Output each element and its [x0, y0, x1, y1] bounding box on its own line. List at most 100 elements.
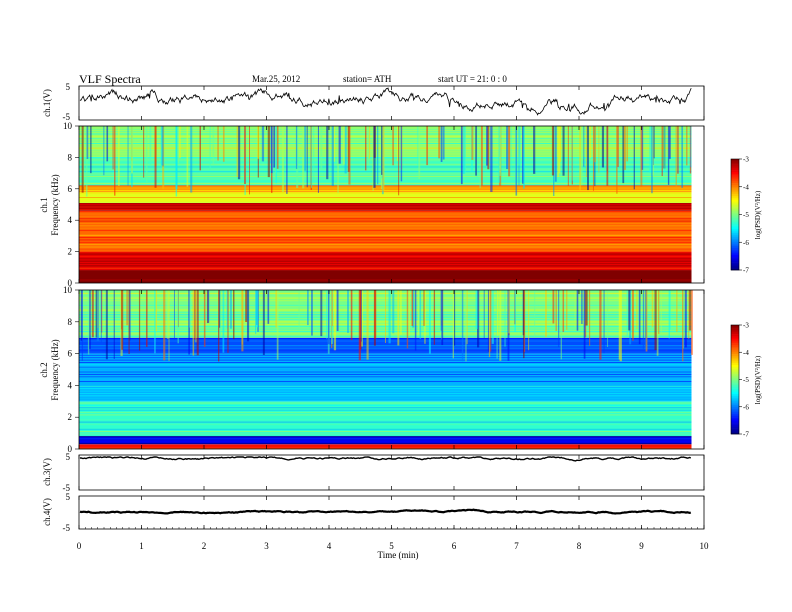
colorbar-cell — [731, 260, 739, 263]
colorbar-cell — [731, 414, 739, 417]
spectrogram-streak — [336, 290, 339, 332]
spectrogram-streak — [506, 126, 509, 170]
spectrogram-line — [79, 421, 692, 423]
spectrogram-streak — [594, 126, 596, 163]
spectrogram-streak — [442, 126, 445, 160]
colorbar-cell — [731, 346, 739, 349]
spectrogram-streak — [583, 290, 586, 359]
spectrogram-streak — [559, 126, 562, 162]
spectrogram-streak — [486, 126, 488, 166]
spectrogram-streak — [632, 290, 634, 341]
colorbar-cell — [731, 179, 739, 182]
spectrogram-streak — [262, 290, 265, 356]
spectrogram-streak — [463, 126, 465, 175]
spectrogram-streak — [616, 126, 618, 194]
spectrogram-streak — [367, 126, 370, 166]
spectrogram-band-2 — [79, 210, 692, 252]
spectrogram-streak — [100, 290, 102, 343]
colorbar-cell — [731, 225, 739, 228]
colorbar-cell — [731, 262, 739, 265]
spectrogram-streak — [483, 290, 485, 338]
date-label: Mar.25, 2012 — [252, 74, 300, 84]
spectrogram-streak — [675, 126, 677, 187]
spectrogram-streak — [682, 290, 684, 362]
freq-tick-label: 10 — [63, 121, 73, 131]
colorbar-cell — [731, 423, 739, 426]
spectrogram-streak — [588, 290, 591, 346]
spectrogram-line — [79, 239, 692, 241]
ch1-spectrogram-image — [79, 126, 704, 283]
spectrogram-line — [79, 175, 692, 177]
spectrogram-streak — [236, 126, 239, 178]
colorbar-cell — [731, 390, 739, 393]
spectrogram-streak — [397, 290, 400, 346]
spectrogram-streak — [592, 126, 595, 191]
colorbar-cell — [731, 257, 739, 260]
spectrogram-streak — [690, 126, 692, 167]
colorbar-cell — [731, 184, 739, 188]
colorbar-cell — [731, 188, 739, 191]
colorbar-tick-label: -5 — [743, 211, 749, 219]
spectrogram-streak — [317, 126, 319, 193]
time-tick-label: 7 — [514, 541, 519, 551]
freq-tick-label: 4 — [68, 380, 73, 390]
colorbar-tick-label: -7 — [743, 267, 749, 275]
spectrogram-line — [79, 378, 692, 380]
spectrogram-streak — [281, 126, 285, 192]
spectrogram-band-1 — [79, 436, 692, 445]
spectrogram-streak — [106, 126, 109, 162]
colorbar-cell — [731, 386, 739, 389]
spectrogram-line — [79, 274, 692, 276]
spectrogram-streak — [508, 126, 511, 177]
colorbar-cell — [731, 328, 739, 331]
spectrogram-streak — [365, 126, 367, 171]
spectrogram-line — [79, 147, 692, 149]
spectrogram-streak — [189, 290, 192, 328]
colorbar-cell — [731, 395, 739, 398]
spectrogram-streak — [567, 126, 569, 186]
freq-tick-label: 8 — [68, 152, 73, 162]
spectrogram-streak — [396, 126, 398, 162]
spectrogram-streak — [441, 290, 444, 346]
colorbar-cell — [731, 196, 739, 199]
spectrogram-streak — [414, 290, 417, 351]
colorbar-cell — [731, 408, 739, 411]
spectrogram-streak — [585, 290, 588, 326]
colorbar-cell — [731, 401, 739, 404]
spectrogram-line — [79, 190, 692, 191]
spectrogram-streak — [326, 126, 329, 180]
spectrogram-streak — [168, 290, 170, 361]
spectrogram-streak — [249, 126, 250, 195]
spectrogram-streak — [326, 290, 328, 339]
spectrogram-line — [79, 395, 692, 397]
spectrogram-streak — [424, 290, 426, 344]
colorbar-cell — [731, 166, 739, 169]
spectrogram-streak — [113, 290, 115, 359]
colorbar-cell — [731, 236, 739, 239]
colorbar-cell — [731, 253, 739, 256]
time-tick-label: 2 — [202, 541, 207, 551]
spectrogram-line — [79, 435, 692, 437]
spectrogram-streak — [126, 290, 128, 326]
colorbar-cell — [731, 326, 739, 329]
colorbar-cell — [731, 337, 739, 340]
colorbar-cell — [731, 233, 739, 236]
spectrogram-line — [79, 154, 692, 156]
time-tick-label: 3 — [264, 541, 269, 551]
freq-tick-label: 8 — [68, 317, 73, 327]
colorbar-tick-label: -4 — [743, 183, 749, 191]
spectrogram-streak — [392, 126, 394, 166]
spectrogram-streak — [209, 126, 211, 171]
spectrogram-streak — [99, 290, 101, 325]
spectrogram-streak — [533, 290, 536, 338]
spectrogram-streak — [668, 290, 670, 339]
spectrogram-streak — [306, 290, 309, 326]
spectrogram-streak — [348, 126, 351, 185]
spectrogram-streak — [504, 290, 506, 347]
colorbar-cell — [731, 249, 739, 252]
colorbar-cell — [731, 192, 739, 195]
colorbar-cell — [731, 332, 739, 335]
spectrogram-line — [79, 201, 692, 203]
colorbar-cell — [731, 175, 739, 178]
spectrogram-streak — [112, 126, 114, 170]
